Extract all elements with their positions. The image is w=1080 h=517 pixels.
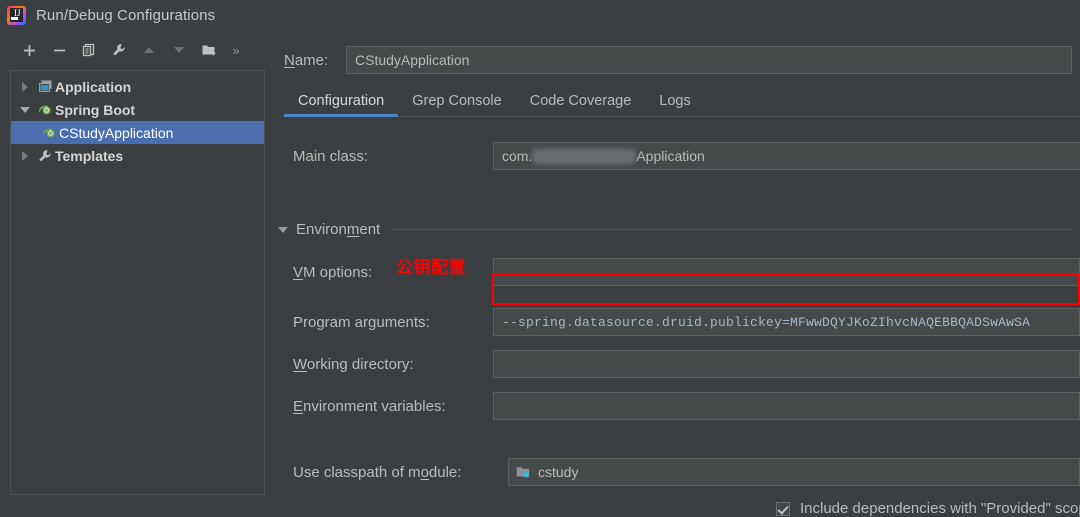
tab-code-coverage[interactable]: Code Coverage: [516, 85, 646, 116]
remove-configuration-button[interactable]: [44, 37, 74, 63]
add-configuration-button[interactable]: [14, 37, 44, 63]
spring-boot-icon: [39, 125, 59, 140]
configurations-tree[interactable]: Application Spring Boot: [10, 70, 265, 495]
move-down-button[interactable]: [164, 37, 194, 63]
tab-logs[interactable]: Logs: [645, 85, 704, 116]
environment-variables-input[interactable]: [493, 392, 1080, 420]
classpath-module-label: Use classpath of module:: [293, 464, 461, 481]
environment-section-title: Environment: [296, 221, 380, 238]
configurations-sidebar: » Application: [0, 30, 267, 501]
include-dependencies-row[interactable]: Include dependencies with "Provided" sco…: [776, 500, 1080, 517]
tree-item-cstudyapplication[interactable]: CStudyApplication: [11, 121, 264, 144]
include-dependencies-checkbox[interactable]: [776, 502, 790, 516]
application-icon: [35, 79, 55, 94]
sidebar-toolbar: »: [0, 34, 267, 66]
environment-section-header[interactable]: Environment: [278, 221, 1073, 238]
vm-options-label: VM options:: [293, 264, 372, 281]
main-class-prefix: com.: [502, 148, 532, 164]
program-arguments-row: Program arguments: --spring.datasource.d…: [268, 308, 1080, 336]
name-input[interactable]: CStudyApplication: [346, 46, 1072, 74]
include-dependencies-label: Include dependencies with "Provided" sco…: [800, 500, 1080, 517]
chevron-right-icon[interactable]: [15, 82, 35, 92]
environment-variables-label: Environment variables:: [293, 398, 446, 415]
vm-options-input[interactable]: [493, 258, 1080, 286]
vm-options-row: VM options:: [268, 258, 1080, 286]
main-class-suffix: Application: [636, 148, 705, 164]
tree-item-label: Application: [55, 79, 131, 95]
title-bar: IJ Run/Debug Configurations: [0, 0, 1080, 30]
redacted-package-segment: [532, 149, 636, 164]
configuration-editor-pane: Name: CStudyApplication Configuration Gr…: [268, 30, 1080, 501]
window-title: Run/Debug Configurations: [36, 7, 215, 24]
tab-grep-console[interactable]: Grep Console: [398, 85, 515, 116]
annotation-text: 公钥配置: [396, 258, 466, 277]
tree-item-label: CStudyApplication: [59, 125, 173, 141]
name-label: Name:: [284, 52, 346, 69]
main-class-label: Main class:: [293, 148, 368, 165]
classpath-module-select[interactable]: cstudy: [508, 458, 1080, 486]
run-debug-configurations-dialog: IJ Run/Debug Configurations: [0, 0, 1080, 501]
program-arguments-label: Program arguments:: [293, 314, 430, 331]
name-label-rest: ame:: [295, 52, 328, 69]
editor-tabs: Configuration Grep Console Code Coverage…: [284, 84, 1080, 117]
working-directory-input[interactable]: [493, 350, 1080, 378]
tree-item-label: Templates: [55, 148, 123, 164]
main-class-input[interactable]: com. Application: [493, 142, 1080, 170]
working-directory-label: Working directory:: [293, 356, 414, 373]
classpath-module-row: Use classpath of module: cstudy: [268, 458, 1080, 486]
chevron-down-icon[interactable]: [15, 107, 35, 113]
main-class-row: Main class: com. Application: [268, 142, 1080, 170]
copy-configuration-button[interactable]: [74, 37, 104, 63]
name-row: Name: CStudyApplication: [284, 45, 1072, 75]
chevron-down-icon[interactable]: [278, 227, 288, 233]
environment-variables-row: Environment variables:: [268, 392, 1080, 420]
new-folder-button[interactable]: [194, 37, 224, 63]
tree-item-spring-boot[interactable]: Spring Boot: [11, 98, 264, 121]
tab-configuration[interactable]: Configuration: [284, 85, 398, 116]
move-up-button[interactable]: [134, 37, 164, 63]
more-options-button[interactable]: »: [224, 43, 248, 58]
module-folder-icon: [516, 465, 531, 479]
tree-item-templates[interactable]: Templates: [11, 144, 264, 167]
section-divider: [390, 229, 1073, 230]
tree-item-label: Spring Boot: [55, 102, 135, 118]
working-directory-row: Working directory:: [268, 350, 1080, 378]
wrench-icon: [35, 148, 55, 164]
tree-item-application[interactable]: Application: [11, 75, 264, 98]
edit-templates-button[interactable]: [104, 37, 134, 63]
intellij-idea-logo-icon: IJ: [7, 6, 26, 25]
chevron-right-icon[interactable]: [15, 151, 35, 161]
module-name: cstudy: [538, 464, 578, 480]
program-arguments-input[interactable]: --spring.datasource.druid.publickey=MFww…: [493, 308, 1080, 336]
spring-boot-icon: [35, 102, 55, 117]
